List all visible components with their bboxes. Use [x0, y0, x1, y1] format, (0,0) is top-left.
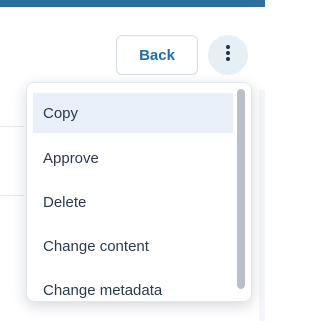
back-button[interactable]: Back: [116, 35, 198, 75]
menu-item-change-metadata[interactable]: Change metadata: [33, 270, 233, 301]
menu-item-copy[interactable]: Copy: [33, 93, 233, 133]
background-divider: [0, 195, 24, 196]
menu-item-change-content[interactable]: Change content: [33, 226, 233, 266]
menu-item-approve[interactable]: Approve: [33, 138, 233, 178]
menu-scrollbar[interactable]: [237, 89, 245, 295]
menu-item-label: Copy: [43, 104, 79, 122]
back-button-label: Back: [139, 46, 175, 64]
actions-menu: Copy Approve Delete Change content Chang…: [26, 82, 252, 302]
background-panel-edge: [259, 90, 265, 321]
menu-item-label: Approve: [43, 149, 99, 167]
menu-item-delete[interactable]: Delete: [33, 182, 233, 222]
more-vertical-icon: [225, 44, 231, 67]
menu-item-label: Change metadata: [43, 281, 163, 299]
menu-item-label: Change content: [43, 237, 149, 255]
more-options-button[interactable]: [208, 35, 248, 75]
menu-item-label: Delete: [43, 193, 87, 211]
top-accent-bar: [0, 0, 265, 7]
menu-scrollbar-thumb[interactable]: [237, 89, 245, 289]
background-divider: [0, 126, 24, 127]
